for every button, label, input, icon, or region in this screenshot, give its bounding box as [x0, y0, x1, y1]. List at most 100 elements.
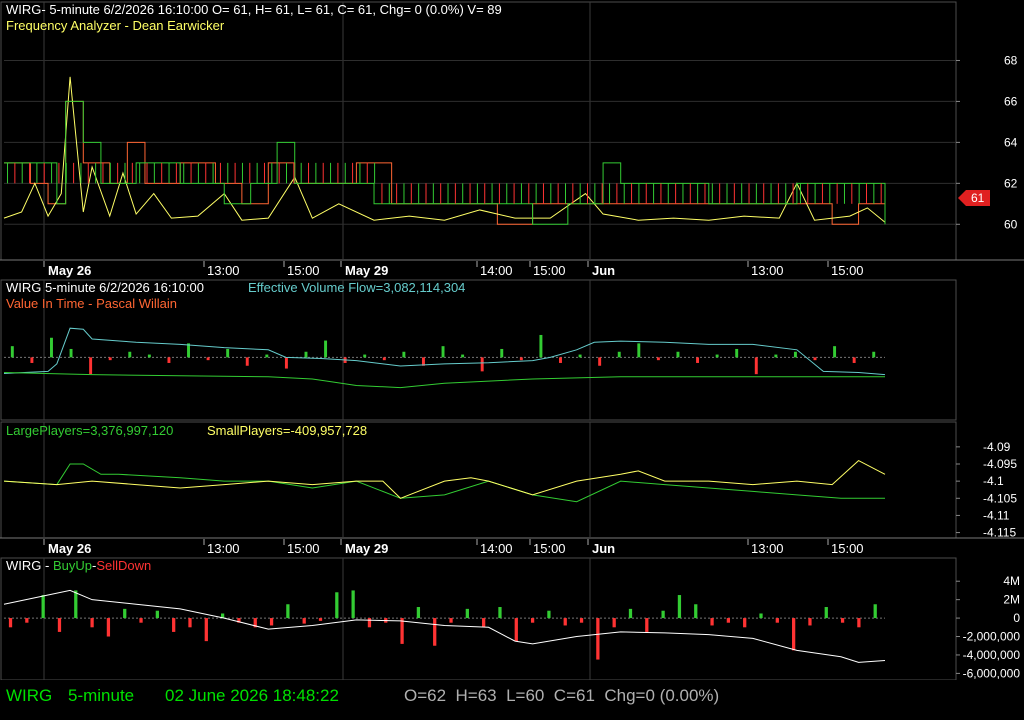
- vit-bar: [754, 357, 758, 375]
- price-tick-label: 62: [1004, 176, 1018, 190]
- bs-bar: [661, 610, 665, 619]
- vit-bar: [50, 337, 53, 358]
- bs-tick-label: 2M: [1003, 593, 1020, 607]
- vit-bar: [617, 351, 621, 358]
- bs-bar: [416, 607, 421, 619]
- vit-bar: [324, 340, 328, 358]
- bs-bar: [57, 618, 62, 632]
- vit-bar: [461, 354, 465, 358]
- time-tick-label: 13:00: [751, 263, 784, 278]
- evf-label: Effective Volume Flow=3,082,114,304: [248, 280, 465, 295]
- vit-bar: [598, 357, 602, 366]
- price-tick-label: 66: [1004, 94, 1018, 108]
- footer-datetime: 02 June 2026 18:48:22: [165, 686, 339, 705]
- bs-bar: [596, 618, 600, 660]
- vit-bar: [559, 357, 562, 363]
- vit-bar: [10, 346, 14, 358]
- bs-bar: [498, 607, 502, 619]
- large-players-label: LargePlayers=3,376,997,120: [6, 423, 173, 438]
- bs-bar: [106, 618, 111, 637]
- bs-bar: [612, 618, 616, 628]
- date-tick-label: May 29: [345, 263, 388, 278]
- bs-tick-label: 0: [1013, 611, 1020, 625]
- bs-bar: [628, 608, 633, 619]
- vit-bar: [539, 334, 543, 358]
- vit-bar: [519, 357, 523, 361]
- price-tick-label: 64: [1004, 135, 1018, 149]
- small-players-label: SmallPlayers=-409,957,728: [207, 423, 367, 438]
- time-tick-label: 15:00: [287, 541, 320, 556]
- date-tick-label: Jun: [592, 263, 615, 278]
- bs-bar: [808, 618, 812, 626]
- time-tick-label: 14:00: [480, 541, 513, 556]
- bs-bar: [172, 618, 176, 632]
- players-tick-label: -4.09: [983, 440, 1011, 454]
- date-tick-label: May 26: [48, 263, 91, 278]
- bs-bar: [743, 618, 747, 628]
- footer-interval: 5-minute: [68, 686, 135, 705]
- vit-title: WIRG 5-minute 6/2/2026 16:10:00: [6, 280, 204, 295]
- players-tick-label: -4.105: [983, 491, 1017, 505]
- bs-tick-label: 4M: [1003, 574, 1020, 588]
- bs-bar: [759, 613, 763, 619]
- bs-bar: [188, 618, 192, 628]
- players-tick-label: -4.115: [983, 526, 1016, 540]
- bs-bar: [8, 618, 13, 628]
- bs-bar: [775, 618, 779, 623]
- vit-bar: [578, 354, 582, 358]
- bs-bar: [792, 618, 796, 651]
- players-tick-label: -4.11: [983, 508, 1010, 522]
- vit-bar: [637, 343, 641, 358]
- time-tick-label: 15:00: [287, 263, 320, 278]
- bs-bar: [873, 604, 877, 619]
- bs-tick-label: -6,000,000: [963, 666, 1021, 680]
- vit-bar: [500, 348, 504, 358]
- vit-bar: [402, 351, 406, 358]
- bs-bar: [840, 618, 845, 623]
- vit-bar: [206, 357, 210, 361]
- bs-bar: [694, 604, 698, 619]
- stock-chart[interactable]: WIRG- 5-minute 6/2/2026 16:10:00 O= 61, …: [0, 0, 1024, 680]
- bs-bar: [204, 618, 208, 642]
- vit-bar: [226, 348, 230, 358]
- bs-bar: [547, 610, 551, 619]
- bs-bar: [710, 618, 714, 626]
- vit-bar: [872, 351, 876, 358]
- svg-text:WIRG - BuyUp-SellDown: WIRG - BuyUp-SellDown: [6, 558, 151, 573]
- vit-bar: [852, 357, 856, 363]
- bs-bar: [123, 608, 127, 619]
- vit-bar: [245, 357, 249, 366]
- bs-bar: [25, 618, 29, 623]
- selldown-label: SellDown: [96, 558, 151, 573]
- bs-bar: [824, 607, 828, 619]
- vit-bar: [833, 346, 837, 358]
- vit-bar: [676, 351, 680, 358]
- vit-bar: [128, 351, 132, 358]
- vit-bar: [69, 348, 73, 358]
- bs-bar: [155, 610, 159, 619]
- vit-bar: [441, 346, 445, 358]
- bs-bar: [74, 590, 78, 619]
- vit-bar: [735, 348, 739, 358]
- vit-bar: [108, 357, 112, 361]
- bs-bar: [514, 618, 518, 642]
- bs-bar: [318, 618, 323, 621]
- vit-bar: [696, 357, 700, 363]
- bs-bar: [41, 595, 45, 619]
- time-tick-label: 13:00: [751, 541, 784, 556]
- footer-ohlc: O=62 H=63 L=60 C=61 Chg=0 (0.00%): [404, 686, 720, 705]
- time-tick-label: 15:00: [831, 541, 864, 556]
- time-tick-label: 13:00: [207, 541, 240, 556]
- bs-bar: [645, 618, 649, 632]
- date-tick-label: May 26: [48, 541, 91, 556]
- bs-tick-label: -4,000,000: [963, 648, 1021, 662]
- last-price-label: 61: [971, 191, 985, 205]
- chart-background: [0, 0, 1024, 680]
- bs-bar: [465, 608, 469, 619]
- footer-symbol: WIRG: [6, 686, 53, 705]
- vit-bar: [304, 351, 308, 358]
- vit-bar: [30, 357, 34, 363]
- vit-bar: [284, 357, 288, 369]
- buyup-label: BuyUp: [53, 558, 92, 573]
- vit-bar: [265, 354, 269, 358]
